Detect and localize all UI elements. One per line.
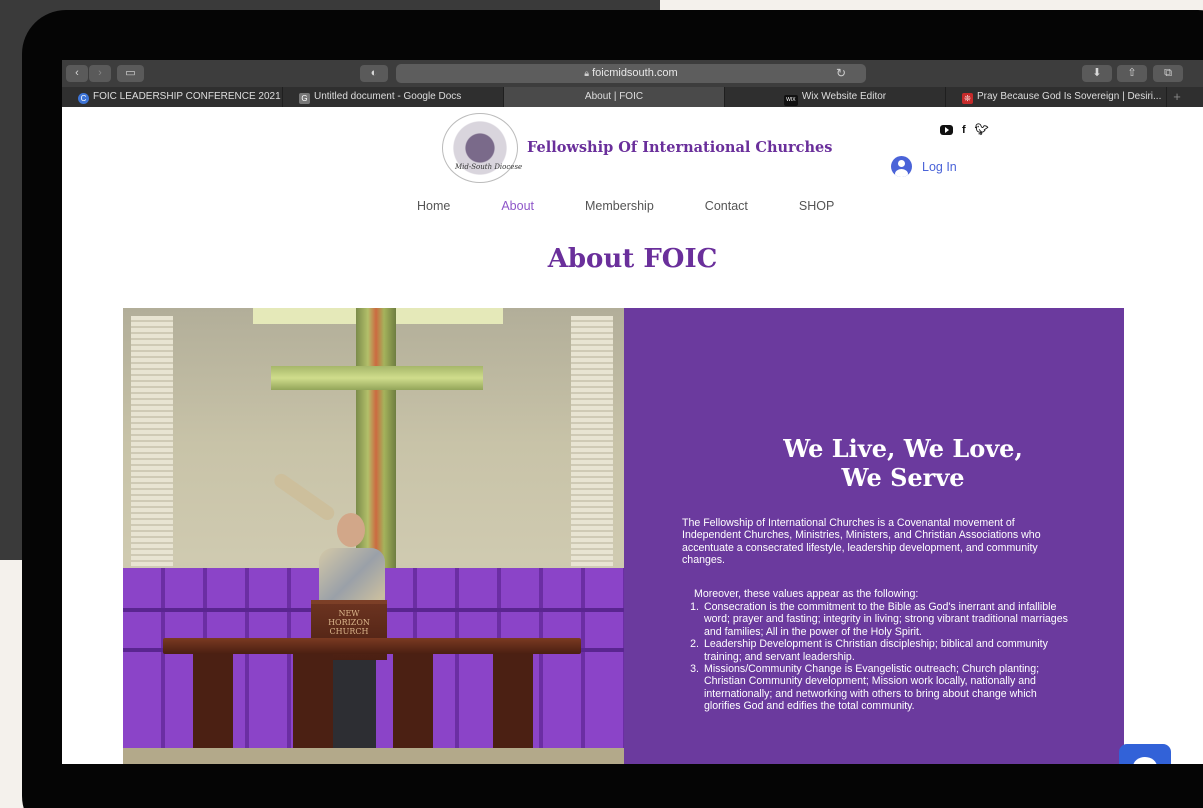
logo-script: Mid-South Diocese bbox=[455, 163, 523, 171]
about-panel: We Live, We Love, We Serve The Fellowshi… bbox=[624, 308, 1124, 764]
forward-icon[interactable]: › bbox=[89, 65, 111, 82]
twitter-icon[interactable]: 🐦︎ bbox=[975, 123, 989, 136]
tab-wix-editor[interactable]: WIX Wix Website Editor bbox=[725, 87, 946, 107]
nav-shop[interactable]: SHOP bbox=[799, 199, 834, 213]
nav-membership[interactable]: Membership bbox=[585, 199, 654, 213]
list-item: 1. Consecration is the commitment to the … bbox=[682, 601, 1074, 638]
website: Mid-South Diocese Fellowship Of Internat… bbox=[62, 107, 1203, 764]
main-nav: Home About Membership Contact SHOP bbox=[417, 199, 885, 213]
raised-arm bbox=[271, 471, 338, 523]
tab-pray-sovereign[interactable]: ❊ Pray Because God Is Sovereign | Desiri.… bbox=[946, 87, 1167, 107]
list-item: 2. Leadership Development is Christian di… bbox=[682, 638, 1074, 663]
pulpit-line: CHURCH bbox=[329, 627, 369, 636]
sidebar-icon[interactable]: ▭ bbox=[117, 65, 144, 82]
cross-beam bbox=[271, 366, 483, 390]
list-text: Missions/Community Change is Evangelisti… bbox=[704, 663, 1040, 713]
tab-label: FOIC LEADERSHIP CONFERENCE 2021 -... bbox=[93, 91, 283, 102]
heading-line: We Serve bbox=[841, 463, 965, 492]
tab-label: About | FOIC bbox=[584, 91, 644, 102]
tab-label: Pray Because God Is Sovereign | Desiri..… bbox=[977, 91, 1162, 102]
tab-google-docs[interactable]: G Untitled document - Google Docs bbox=[283, 87, 504, 107]
nav-home[interactable]: Home bbox=[417, 199, 450, 213]
list-number: 2. bbox=[690, 638, 699, 651]
nav-about[interactable]: About bbox=[501, 199, 534, 213]
person-head bbox=[337, 513, 365, 547]
site-title[interactable]: Fellowship Of International Churches bbox=[527, 139, 832, 156]
new-tab-icon[interactable]: + bbox=[1167, 87, 1187, 107]
panel-heading: We Live, We Love, We Serve bbox=[624, 434, 1124, 492]
login-label: Log In bbox=[922, 159, 957, 174]
tab-foic-conference[interactable]: C FOIC LEADERSHIP CONFERENCE 2021 -... bbox=[62, 87, 283, 107]
tab-favicon: C bbox=[78, 93, 89, 104]
tab-label: Untitled document - Google Docs bbox=[314, 91, 462, 102]
hero-photo: NEW HORIZON CHURCH bbox=[123, 308, 624, 764]
altar-table bbox=[163, 638, 581, 654]
list-text: Leadership Development is Christian disc… bbox=[704, 638, 1048, 663]
browser-toolbar: ‹ › ▭ ◐ 🔒︎ foicmidsouth.com ↻ ⬇ ⇧ ⧉ bbox=[62, 60, 1203, 87]
social-links: f 🐦︎ bbox=[940, 123, 989, 136]
values-list: 1. Consecration is the commitment to the … bbox=[682, 601, 1074, 713]
facebook-icon[interactable]: f bbox=[962, 124, 966, 136]
shield-icon[interactable]: ◐ bbox=[360, 65, 388, 82]
user-icon bbox=[891, 156, 912, 177]
list-text: Consecration is the commitment to the Bi… bbox=[704, 601, 1068, 638]
nav-contact[interactable]: Contact bbox=[705, 199, 748, 213]
intro-paragraph: The Fellowship of International Churches… bbox=[682, 517, 1041, 567]
url-text: foicmidsouth.com bbox=[592, 67, 678, 79]
share-icon[interactable]: ⇧ bbox=[1117, 65, 1147, 82]
heading-line: We Live, We Love, bbox=[783, 434, 1023, 463]
chat-icon[interactable] bbox=[1119, 744, 1171, 764]
values-lead: Moreover, these values appear as the fol… bbox=[694, 588, 919, 600]
tab-favicon: ❊ bbox=[962, 93, 973, 104]
tab-about-foic[interactable]: About | FOIC bbox=[504, 87, 725, 107]
tabs-icon[interactable]: ⧉ bbox=[1153, 65, 1183, 82]
pulpit-line: HORIZON bbox=[328, 618, 370, 627]
address-bar[interactable]: 🔒︎ foicmidsouth.com ↻ bbox=[396, 64, 866, 83]
reload-icon[interactable]: ↻ bbox=[836, 64, 846, 83]
foic-logo[interactable] bbox=[442, 113, 518, 183]
page-title: About FOIC bbox=[547, 244, 718, 274]
tab-favicon: WIX bbox=[783, 95, 798, 106]
stage-floor bbox=[123, 748, 624, 764]
browser-window: ‹ › ▭ ◐ 🔒︎ foicmidsouth.com ↻ ⬇ ⇧ ⧉ C FOIC… bbox=[62, 60, 1203, 764]
list-number: 1. bbox=[690, 601, 699, 613]
tab-favicon: G bbox=[299, 93, 310, 104]
pulpit-lettering: NEW HORIZON CHURCH bbox=[311, 609, 387, 636]
list-item: 3. Missions/Community Change is Evangelis… bbox=[682, 663, 1074, 713]
tab-bar: C FOIC LEADERSHIP CONFERENCE 2021 -... GU… bbox=[62, 87, 1203, 107]
window-shutter bbox=[131, 316, 173, 596]
youtube-icon[interactable] bbox=[940, 124, 953, 135]
tab-label: Wix Website Editor bbox=[801, 91, 887, 102]
pulpit-line: NEW bbox=[338, 609, 360, 618]
list-number: 3. bbox=[690, 663, 699, 676]
back-icon[interactable]: ‹ bbox=[66, 65, 88, 82]
login-button[interactable]: Log In bbox=[891, 156, 957, 177]
download-icon[interactable]: ⬇ bbox=[1082, 65, 1112, 82]
window-shutter bbox=[571, 316, 613, 596]
lock-icon: 🔒︎ bbox=[584, 68, 590, 78]
